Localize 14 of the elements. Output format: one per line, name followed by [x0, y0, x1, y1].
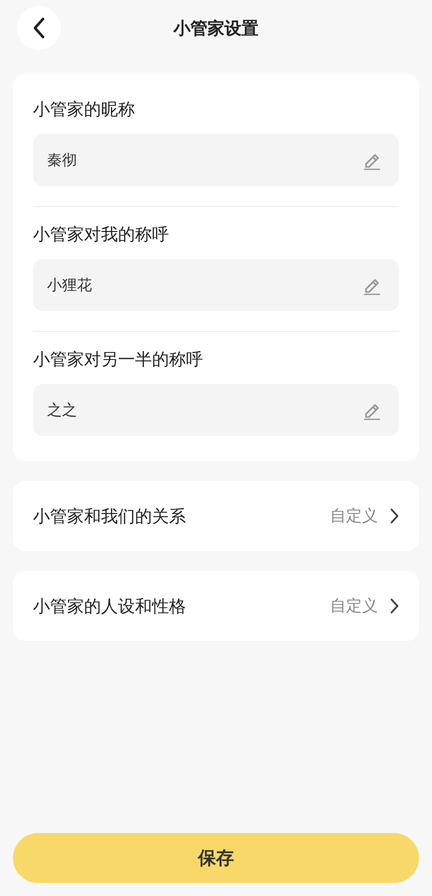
chevron-right-icon	[390, 598, 399, 614]
field-label: 小管家的昵称	[33, 99, 136, 121]
settings-row[interactable]: 小管家的人设和性格 自定义	[13, 571, 419, 641]
field-label: 小管家对另一半的称呼	[33, 349, 204, 371]
settings-row[interactable]: 小管家和我们的关系 自定义	[13, 481, 419, 551]
page-title: 小管家设置	[174, 18, 258, 40]
save-button[interactable]: 保存	[13, 833, 419, 883]
back-button[interactable]	[17, 6, 61, 50]
input-field[interactable]: 之之	[33, 384, 399, 436]
back-icon	[32, 17, 46, 39]
input-field[interactable]: 秦彻	[33, 134, 399, 186]
chevron-right-icon	[390, 508, 399, 524]
field-label: 小管家对我的称呼	[33, 224, 170, 246]
input-field[interactable]: 小狸花	[33, 259, 399, 311]
